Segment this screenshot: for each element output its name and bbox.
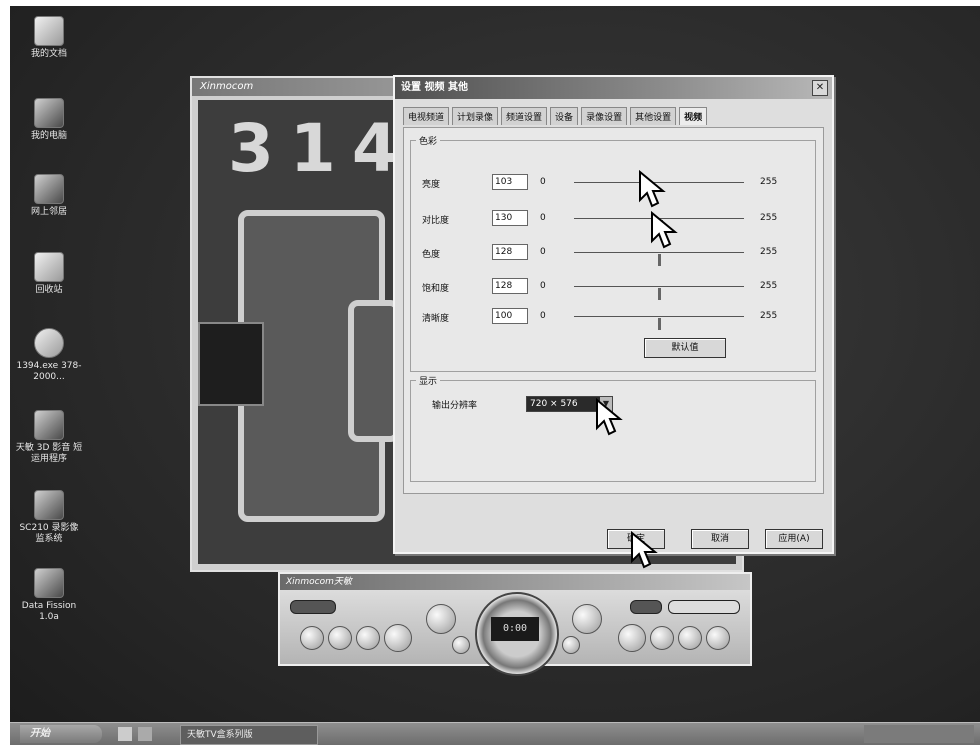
dialog-titlebar[interactable]: 设置 视频 其他 ✕ — [395, 77, 832, 99]
tab-tv-channel[interactable]: 电视频道 — [403, 107, 450, 125]
slider-thumb[interactable] — [658, 254, 661, 266]
settings-dialog: 设置 视频 其他 ✕ 电视频道 计划录像 频道设置 设备 录像设置 其他设置 视… — [393, 75, 834, 554]
sharpness-slider[interactable] — [574, 316, 744, 330]
time-display: 0:00 — [491, 617, 539, 641]
pointer-cursor-icon — [651, 211, 678, 249]
apply-button[interactable]: 应用(A) — [765, 529, 823, 549]
slider-label: 饱和度 — [422, 284, 450, 294]
tab-device[interactable]: 设备 — [550, 107, 579, 125]
taskbar-item[interactable]: 天敏TV盒系列版 — [180, 725, 318, 745]
program-icon — [34, 328, 64, 358]
quick-launch-icon[interactable] — [118, 727, 132, 741]
tab-other-settings[interactable]: 其他设置 — [630, 107, 677, 125]
slider-max: 255 — [760, 281, 778, 291]
saturation-slider[interactable] — [574, 286, 744, 300]
close-button[interactable]: ✕ — [812, 80, 828, 96]
desktop-icon-recycle-bin[interactable]: 回收站 — [14, 252, 84, 296]
player-button[interactable] — [562, 636, 580, 654]
camera-app-icon — [34, 490, 64, 520]
video-settings-panel: 色彩 亮度 103 0 255 对比度 130 0 255 色度 128 0 2… — [403, 127, 824, 494]
desktop-icon-my-computer[interactable]: 我的电脑 — [14, 98, 84, 142]
cancel-button[interactable]: 取消 — [691, 529, 749, 549]
volume-slider[interactable] — [668, 600, 740, 614]
player-title[interactable]: Xinmocom天敏 — [280, 574, 750, 590]
desktop-icon-1394-program[interactable]: 1394.exe 378-2000... — [14, 328, 84, 383]
network-icon — [34, 174, 64, 204]
output-resolution-label: 输出分辨率 — [432, 401, 478, 411]
desktop-icon-camera-app[interactable]: SC210 录影像 监系统 — [14, 490, 84, 545]
slider-min: 0 — [540, 247, 546, 257]
start-button[interactable]: 开始 — [20, 725, 102, 743]
recycle-bin-icon — [34, 252, 64, 282]
player-button[interactable] — [706, 626, 730, 650]
desktop-icon-data-fission[interactable]: Data Fission 1.0a — [14, 568, 84, 623]
player-control-bar: Xinmocom天敏 0:00 — [278, 572, 752, 676]
player-button[interactable] — [384, 624, 412, 652]
desktop-icon-3d-app[interactable]: 天敏 3D 影音 短运用程序 — [14, 410, 84, 465]
pcb-label: 314 — [228, 110, 414, 187]
quick-launch-icon[interactable] — [138, 727, 152, 741]
slider-row-contrast: 对比度 130 0 255 — [422, 210, 812, 232]
player-button[interactable] — [572, 604, 602, 634]
slider-max: 255 — [760, 247, 778, 257]
output-resolution-value: 720 × 576 — [530, 399, 578, 409]
slider-max: 255 — [760, 177, 778, 187]
slider-thumb[interactable] — [658, 318, 661, 330]
pointer-cursor-icon — [596, 398, 623, 436]
player-button[interactable] — [678, 626, 702, 650]
color-group-label: 色彩 — [416, 134, 441, 147]
slider-thumb[interactable] — [658, 288, 661, 300]
player-pill-button[interactable] — [630, 600, 662, 614]
player-button[interactable] — [426, 604, 456, 634]
slider-value-field[interactable]: 100 — [492, 308, 528, 324]
slider-label: 清晰度 — [422, 314, 450, 324]
pointer-cursor-icon — [631, 531, 658, 569]
slider-value-field[interactable]: 128 — [492, 244, 528, 260]
slider-max: 255 — [760, 311, 778, 321]
slider-row-brightness: 亮度 103 0 255 — [422, 174, 812, 196]
player-button[interactable] — [328, 626, 352, 650]
slider-max: 255 — [760, 213, 778, 223]
slider-label: 亮度 — [422, 180, 441, 190]
slider-label: 对比度 — [422, 216, 450, 226]
tab-channel-settings[interactable]: 频道设置 — [501, 107, 548, 125]
player-pill-button[interactable] — [290, 600, 336, 614]
player-button[interactable] — [618, 624, 646, 652]
slider-value-field[interactable]: 130 — [492, 210, 528, 226]
app-icon — [34, 410, 64, 440]
slider-min: 0 — [540, 213, 546, 223]
dialog-title: 设置 视频 其他 — [401, 82, 468, 93]
player-button[interactable] — [356, 626, 380, 650]
slider-label: 色度 — [422, 250, 441, 260]
computer-icon — [34, 98, 64, 128]
system-tray — [864, 725, 974, 743]
tab-scheduled-recording[interactable]: 计划录像 — [452, 107, 499, 125]
slider-value-field[interactable]: 128 — [492, 278, 528, 294]
slider-min: 0 — [540, 177, 546, 187]
slider-row-saturation: 饱和度 128 0 255 — [422, 278, 812, 300]
pcb-dark-component — [198, 322, 264, 406]
slider-min: 0 — [540, 281, 546, 291]
folder-icon — [34, 16, 64, 46]
data-app-icon — [34, 568, 64, 598]
slider-value-field[interactable]: 103 — [492, 174, 528, 190]
taskbar: 开始 天敏TV盒系列版 — [10, 722, 980, 745]
player-button[interactable] — [650, 626, 674, 650]
player-button[interactable] — [300, 626, 324, 650]
slider-min: 0 — [540, 311, 546, 321]
desktop-icon-network[interactable]: 网上邻居 — [14, 174, 84, 218]
slider-row-sharpness: 清晰度 100 0 255 — [422, 308, 812, 330]
player-button[interactable] — [452, 636, 470, 654]
tab-recording-settings[interactable]: 录像设置 — [581, 107, 628, 125]
slider-row-hue: 色度 128 0 255 — [422, 244, 812, 266]
desktop: 我的文档 我的电脑 网上邻居 回收站 1394.exe 378-2000... … — [10, 6, 980, 745]
default-button[interactable]: 默认值 — [644, 338, 726, 358]
desktop-icon-my-documents[interactable]: 我的文档 — [14, 16, 84, 60]
tab-video[interactable]: 视频 — [679, 107, 708, 125]
hue-slider[interactable] — [574, 252, 744, 266]
display-group-label: 显示 — [416, 374, 441, 387]
pointer-cursor-icon — [639, 170, 666, 208]
tab-bar: 电视频道 计划录像 频道设置 设备 录像设置 其他设置 视频 — [395, 99, 832, 125]
